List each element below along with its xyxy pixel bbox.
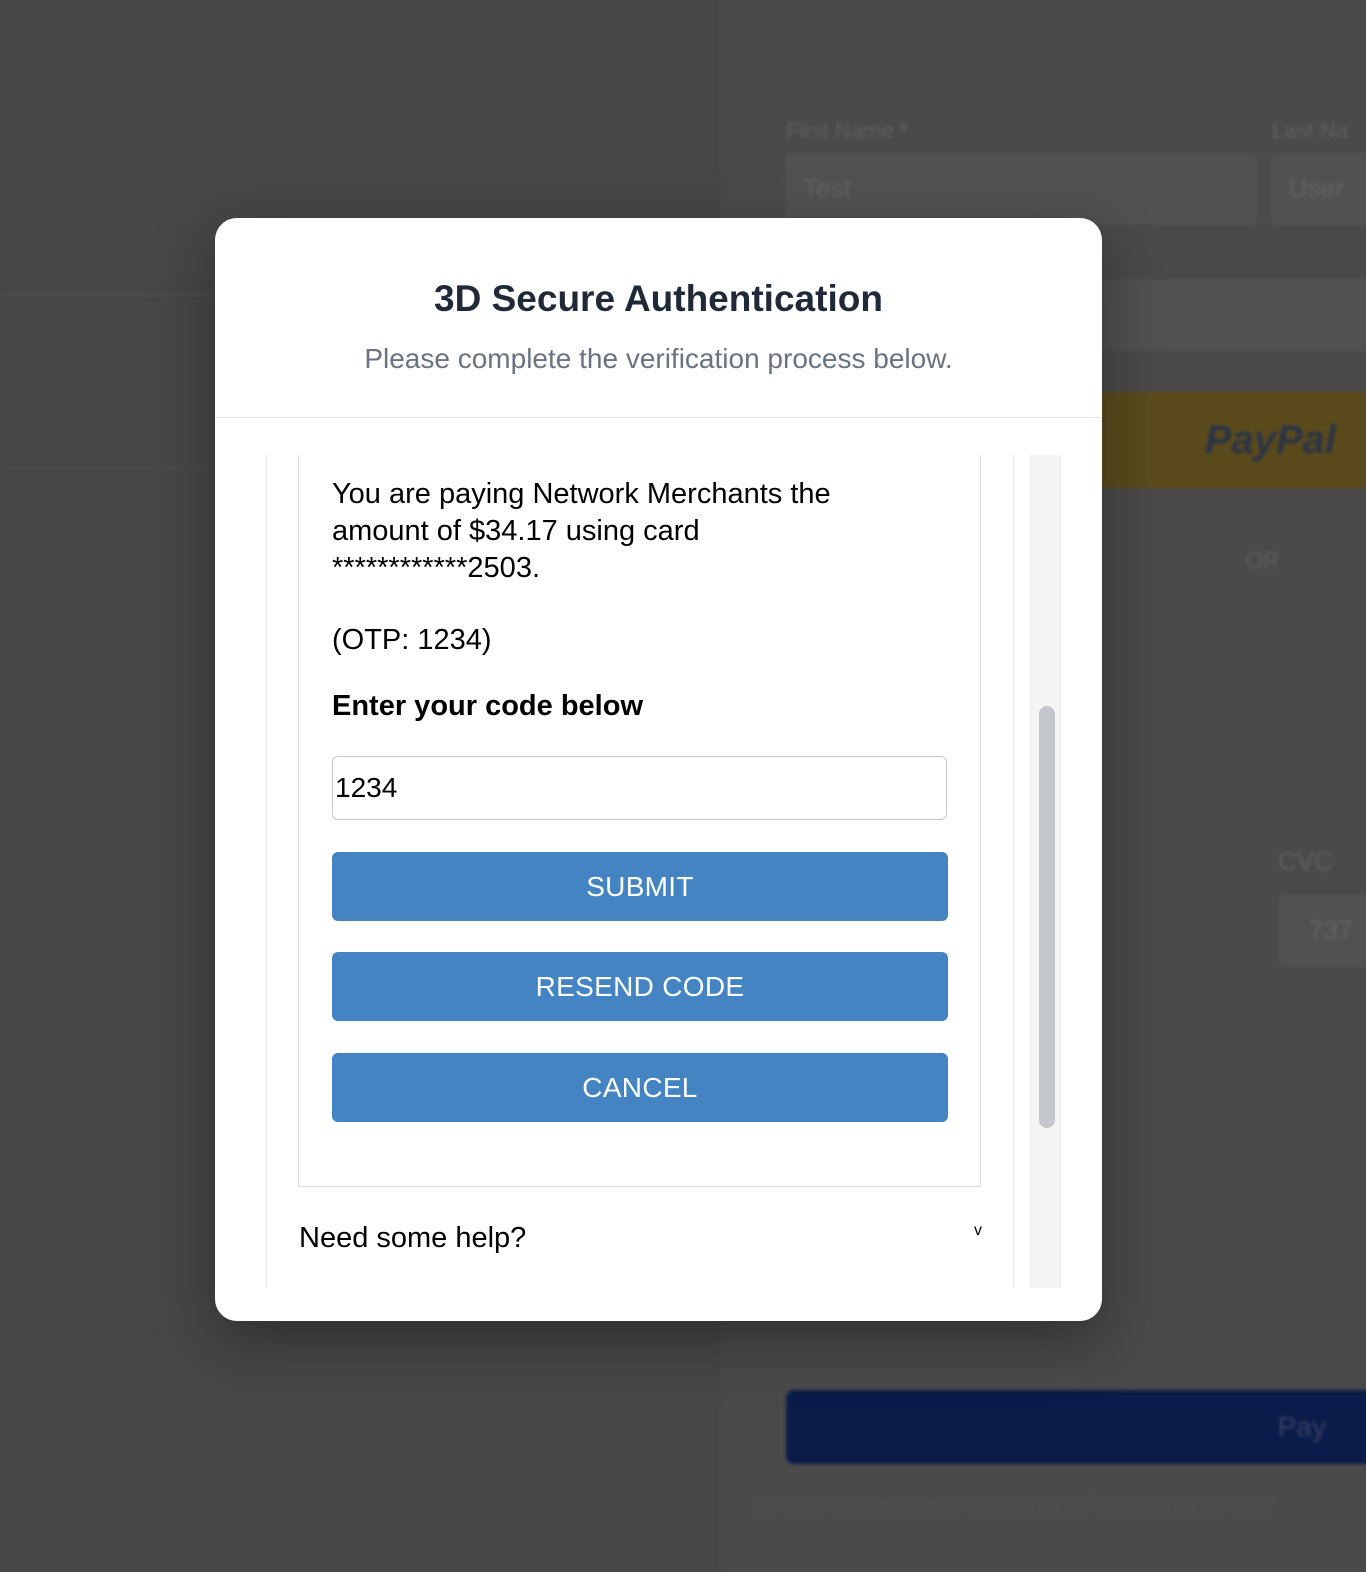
3ds-modal: 3D Secure Authentication Please complete… xyxy=(215,218,1102,1321)
scrollbar-thumb[interactable] xyxy=(1039,706,1055,1128)
divider xyxy=(0,468,215,469)
otp-code-input[interactable] xyxy=(332,756,947,820)
submit-button[interactable]: SUBMIT xyxy=(332,852,948,921)
first-name-label: First Name * xyxy=(786,118,909,143)
otp-hint: (OTP: 1234) xyxy=(332,624,492,656)
footer-text: asfasdfasdfasdfasdfasdasdfasdfasdfasdfas… xyxy=(752,1492,1277,1519)
email-field[interactable]: m xyxy=(1060,280,1366,350)
help-toggle[interactable]: Need some help? v xyxy=(299,1218,982,1258)
code-label: Enter your code below xyxy=(332,690,643,722)
last-name-field[interactable]: User xyxy=(1272,154,1366,224)
cvc-label: CVC xyxy=(1278,846,1333,876)
divider xyxy=(0,294,215,295)
pay-button[interactable]: Pay xyxy=(786,1390,1366,1464)
cancel-button[interactable]: CANCEL xyxy=(332,1053,948,1122)
chevron-down-icon: v xyxy=(974,1222,982,1239)
paypal-button[interactable]: PayPal xyxy=(1100,392,1366,488)
payment-message: You are paying Network Merchants the amo… xyxy=(332,478,831,584)
modal-title: 3D Secure Authentication xyxy=(434,278,883,319)
modal-header: 3D Secure Authentication Please complete… xyxy=(215,218,1102,418)
help-label: Need some help? xyxy=(299,1222,527,1254)
first-name-field[interactable]: Test xyxy=(786,154,1256,224)
modal-subtitle: Please complete the verification process… xyxy=(364,343,953,374)
last-name-label: Last Na xyxy=(1272,118,1348,143)
or-separator: OR xyxy=(1246,548,1279,573)
cvc-field[interactable]: 737 xyxy=(1280,896,1366,966)
resend-code-button[interactable]: RESEND CODE xyxy=(332,952,948,1021)
